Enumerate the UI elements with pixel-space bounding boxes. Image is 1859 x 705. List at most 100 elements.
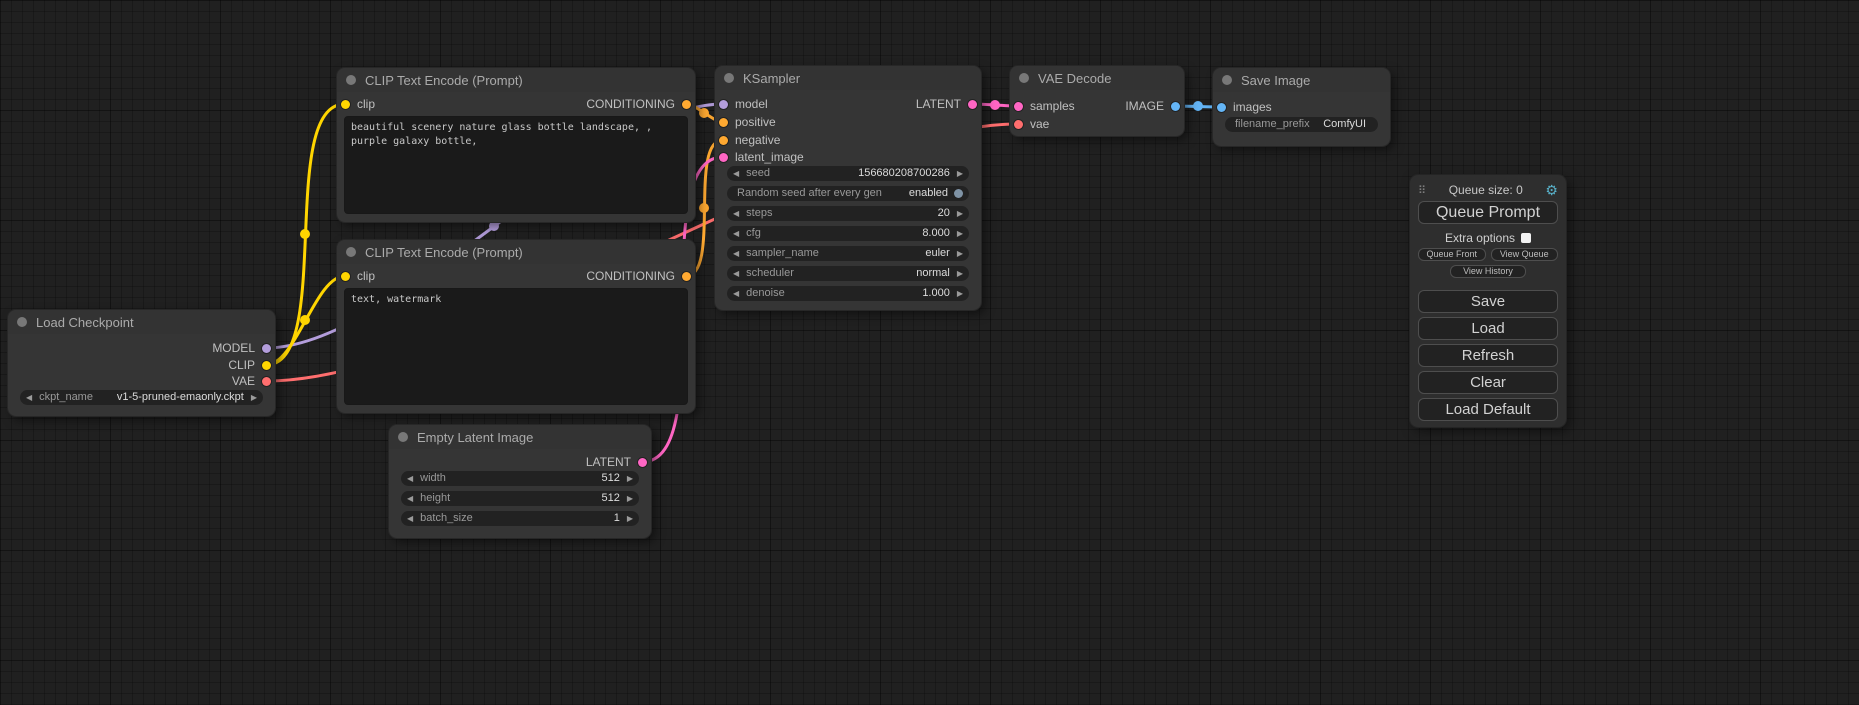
output-slot-clip[interactable]: CLIP [228, 357, 271, 373]
clear-button[interactable]: Clear [1418, 371, 1558, 394]
positive-input-dot[interactable] [719, 118, 728, 127]
input-slot-latent-image[interactable]: latent_image [719, 149, 804, 165]
image-output-dot[interactable] [1171, 102, 1180, 111]
latent-output-dot[interactable] [638, 458, 647, 467]
input-slot-clip[interactable]: clip [341, 96, 375, 112]
node-title-bar[interactable]: Empty Latent Image [389, 425, 651, 449]
conditioning-output-dot[interactable] [682, 272, 691, 281]
output-slot-conditioning[interactable]: CONDITIONING [586, 268, 691, 284]
decrement-arrow-icon[interactable]: ◀ [733, 170, 739, 178]
widget-sampler-name[interactable]: ◀ sampler_name euler ▶ [727, 246, 969, 261]
widget-filename-prefix[interactable]: filename_prefix ComfyUI [1225, 117, 1378, 132]
collapse-dot-icon[interactable] [346, 247, 356, 257]
collapse-dot-icon[interactable] [1019, 73, 1029, 83]
queue-front-button[interactable]: Queue Front [1418, 248, 1486, 261]
increment-arrow-icon[interactable]: ▶ [957, 290, 963, 298]
node-title-bar[interactable]: Save Image [1213, 68, 1390, 92]
decrement-arrow-icon[interactable]: ◀ [26, 394, 32, 402]
vae-input-dot[interactable] [1014, 120, 1023, 129]
node-clip-text-encode-positive[interactable]: CLIP Text Encode (Prompt) clip CONDITION… [337, 68, 695, 222]
negative-prompt-textarea[interactable]: text, watermark [344, 288, 688, 405]
output-slot-latent[interactable]: LATENT [916, 96, 977, 112]
collapse-dot-icon[interactable] [346, 75, 356, 85]
model-output-dot[interactable] [262, 344, 271, 353]
increment-arrow-icon[interactable]: ▶ [957, 270, 963, 278]
decrement-arrow-icon[interactable]: ◀ [733, 210, 739, 218]
extra-options-checkbox[interactable] [1521, 233, 1531, 243]
drag-handle-icon[interactable]: ⠿ [1418, 184, 1426, 197]
decrement-arrow-icon[interactable]: ◀ [733, 270, 739, 278]
node-title-bar[interactable]: VAE Decode [1010, 66, 1184, 90]
node-clip-text-encode-negative[interactable]: CLIP Text Encode (Prompt) clip CONDITION… [337, 240, 695, 413]
load-default-button[interactable]: Load Default [1418, 398, 1558, 421]
images-input-dot[interactable] [1217, 103, 1226, 112]
widget-ckpt-name[interactable]: ◀ ckpt_name v1-5-pruned-emaonly.ckpt ▶ [20, 390, 263, 405]
model-input-dot[interactable] [719, 100, 728, 109]
node-save-image[interactable]: Save Image images filename_prefix ComfyU… [1213, 68, 1390, 146]
widget-height[interactable]: ◀ height 512 ▶ [401, 491, 639, 506]
input-slot-vae[interactable]: vae [1014, 116, 1049, 132]
latent-image-input-dot[interactable] [719, 153, 728, 162]
conditioning-output-dot[interactable] [682, 100, 691, 109]
widget-cfg[interactable]: ◀ cfg 8.000 ▶ [727, 226, 969, 241]
node-ksampler[interactable]: KSampler model positive negative latent_… [715, 66, 981, 310]
widget-width[interactable]: ◀ width 512 ▶ [401, 471, 639, 486]
collapse-dot-icon[interactable] [724, 73, 734, 83]
decrement-arrow-icon[interactable]: ◀ [407, 495, 413, 503]
widget-steps[interactable]: ◀ steps 20 ▶ [727, 206, 969, 221]
input-slot-negative[interactable]: negative [719, 132, 780, 148]
node-title-bar[interactable]: CLIP Text Encode (Prompt) [337, 68, 695, 92]
positive-prompt-textarea[interactable]: beautiful scenery nature glass bottle la… [344, 116, 688, 214]
view-queue-button[interactable]: View Queue [1491, 248, 1559, 261]
collapse-dot-icon[interactable] [17, 317, 27, 327]
widget-denoise[interactable]: ◀ denoise 1.000 ▶ [727, 286, 969, 301]
node-empty-latent-image[interactable]: Empty Latent Image LATENT ◀ width 512 ▶ … [389, 425, 651, 538]
output-slot-image[interactable]: IMAGE [1125, 98, 1180, 114]
output-slot-latent[interactable]: LATENT [586, 454, 647, 470]
input-slot-images[interactable]: images [1217, 99, 1272, 115]
collapse-dot-icon[interactable] [398, 432, 408, 442]
node-load-checkpoint[interactable]: Load Checkpoint MODEL CLIP VAE ◀ ckpt_na… [8, 310, 275, 416]
input-slot-samples[interactable]: samples [1014, 98, 1075, 114]
widget-seed[interactable]: ◀ seed 156680208700286 ▶ [727, 166, 969, 181]
graph-canvas[interactable]: Load Checkpoint MODEL CLIP VAE ◀ ckpt_na… [0, 0, 1859, 705]
view-history-button[interactable]: View History [1450, 265, 1526, 278]
node-title-bar[interactable]: CLIP Text Encode (Prompt) [337, 240, 695, 264]
increment-arrow-icon[interactable]: ▶ [957, 250, 963, 258]
increment-arrow-icon[interactable]: ▶ [627, 515, 633, 523]
collapse-dot-icon[interactable] [1222, 75, 1232, 85]
clip-input-dot[interactable] [341, 272, 350, 281]
input-slot-model[interactable]: model [719, 96, 768, 112]
vae-output-dot[interactable] [262, 377, 271, 386]
widget-random-seed-toggle[interactable]: Random seed after every gen enabled [727, 186, 969, 201]
increment-arrow-icon[interactable]: ▶ [627, 475, 633, 483]
output-slot-vae[interactable]: VAE [232, 373, 271, 389]
node-vae-decode[interactable]: VAE Decode samples vae IMAGE [1010, 66, 1184, 136]
input-slot-clip[interactable]: clip [341, 268, 375, 284]
node-title-bar[interactable]: KSampler [715, 66, 981, 90]
clip-input-dot[interactable] [341, 100, 350, 109]
refresh-button[interactable]: Refresh [1418, 344, 1558, 367]
widget-batch-size[interactable]: ◀ batch_size 1 ▶ [401, 511, 639, 526]
decrement-arrow-icon[interactable]: ◀ [733, 250, 739, 258]
queue-prompt-button[interactable]: Queue Prompt [1418, 201, 1558, 224]
output-slot-conditioning[interactable]: CONDITIONING [586, 96, 691, 112]
decrement-arrow-icon[interactable]: ◀ [733, 230, 739, 238]
increment-arrow-icon[interactable]: ▶ [251, 394, 257, 402]
widget-scheduler[interactable]: ◀ scheduler normal ▶ [727, 266, 969, 281]
decrement-arrow-icon[interactable]: ◀ [407, 475, 413, 483]
increment-arrow-icon[interactable]: ▶ [957, 230, 963, 238]
increment-arrow-icon[interactable]: ▶ [957, 170, 963, 178]
clip-output-dot[interactable] [262, 361, 271, 370]
latent-output-dot[interactable] [968, 100, 977, 109]
decrement-arrow-icon[interactable]: ◀ [407, 515, 413, 523]
negative-input-dot[interactable] [719, 136, 728, 145]
save-button[interactable]: Save [1418, 290, 1558, 313]
input-slot-positive[interactable]: positive [719, 114, 776, 130]
samples-input-dot[interactable] [1014, 102, 1023, 111]
increment-arrow-icon[interactable]: ▶ [957, 210, 963, 218]
increment-arrow-icon[interactable]: ▶ [627, 495, 633, 503]
settings-gear-icon[interactable]: ⚙ [1545, 182, 1558, 199]
node-title-bar[interactable]: Load Checkpoint [8, 310, 275, 334]
output-slot-model[interactable]: MODEL [212, 340, 271, 356]
